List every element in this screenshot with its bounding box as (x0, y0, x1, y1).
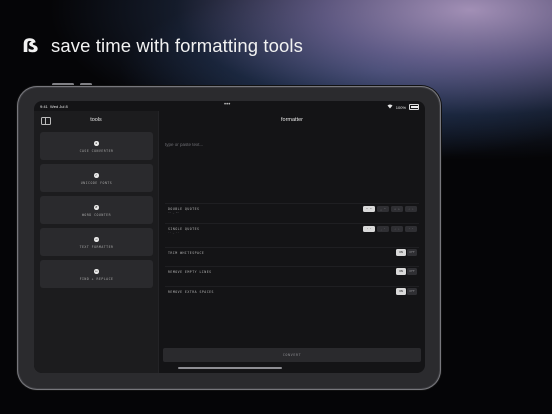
sidebar: tools a CASE CONVERTER ✓ UNICODE FONTS # WORD… (34, 111, 159, 373)
on-off-toggle: ON OFF (396, 288, 417, 295)
tool-card[interactable]: # WORD COUNTER (40, 196, 153, 224)
on-button[interactable]: ON (396, 268, 406, 275)
option-label: REMOVE EXTRA SPACES (168, 290, 214, 294)
tool-card[interactable]: ✓ UNICODE FONTS (40, 164, 153, 192)
off-button[interactable]: OFF (407, 288, 417, 295)
option-sublabel: '' → ‘’ (168, 232, 179, 235)
tool-card-label: CASE CONVERTER (79, 149, 114, 153)
convert-button[interactable]: CONVERT (163, 348, 421, 362)
status-bar: 9:41 Wed Jul 8 ••• 100% (34, 101, 425, 111)
quote-style-option[interactable]: ‹ › (405, 206, 417, 212)
on-off-toggle: ON OFF (396, 268, 417, 275)
quote-style-option[interactable]: ‘ ’ (405, 226, 417, 232)
home-indicator[interactable] (178, 367, 282, 369)
tool-card-label: TEXT FORMATTER (79, 245, 114, 249)
on-off-toggle: ON OFF (396, 249, 417, 256)
tool-card[interactable]: ↔ FIND + REPLACE (40, 260, 153, 288)
option-row: REMOVE EMPTY LINES ON OFF (165, 266, 419, 281)
headline-text: save time with formatting tools (51, 35, 303, 56)
on-button[interactable]: ON (396, 288, 406, 295)
quote-style-option[interactable]: „ “ (377, 206, 389, 212)
on-button[interactable]: ON (396, 249, 406, 256)
unicode-icon: ✓ (94, 173, 99, 178)
text-input[interactable]: type or paste text... (165, 131, 419, 183)
tool-card-label: UNICODE FONTS (80, 181, 113, 185)
quote-style-option[interactable]: ‹ › (391, 226, 403, 232)
sidebar-title: tools (90, 117, 102, 123)
quote-style-option[interactable]: ‚ ‘ (377, 226, 389, 232)
option-label: DOUBLE QUOTES (168, 207, 200, 211)
multitask-dots-icon[interactable]: ••• (224, 102, 230, 108)
app-screen: 9:41 Wed Jul 8 ••• 100% tools a CASE CONV… (34, 101, 425, 373)
option-row: SINGLE QUOTES '' → ‘’ ' ' ‚ ‘‹ › ‘ ’ (165, 223, 419, 238)
option-row: REMOVE EXTRA SPACES ON OFF (165, 286, 419, 301)
replace-icon: ↔ (94, 269, 99, 274)
quote-style-selector: ' ' ‚ ‘‹ › ‘ ’ (363, 226, 417, 232)
quote-style-option[interactable]: " " (363, 206, 375, 212)
text-input-placeholder: type or paste text... (165, 142, 204, 147)
option-label: TRIM WHITESPACE (168, 251, 205, 255)
quote-style-option[interactable]: « » (391, 206, 403, 212)
option-sublabel: "" → “” (168, 212, 179, 215)
quote-style-option[interactable]: ' ' (363, 226, 375, 232)
option-row: TRIM WHITESPACE ON OFF (165, 247, 419, 262)
app-logo-icon: ẞ (22, 34, 40, 57)
option-label: SINGLE QUOTES (168, 227, 200, 231)
wifi-icon (387, 104, 393, 110)
option-label: REMOVE EMPTY LINES (168, 270, 212, 274)
tool-card[interactable]: a CASE CONVERTER (40, 132, 153, 160)
headline: ẞ save time with formatting tools (22, 34, 303, 58)
off-button[interactable]: OFF (407, 249, 417, 256)
tool-card-label: WORD COUNTER (81, 213, 112, 217)
quote-style-selector: " " „ “« » ‹ › (363, 206, 417, 212)
status-right: 100% (387, 104, 419, 110)
status-time: 9:41 Wed Jul 8 (40, 104, 68, 109)
tool-card-label: FIND + REPLACE (79, 277, 114, 281)
off-button[interactable]: OFF (407, 268, 417, 275)
format-icon: → (94, 237, 99, 242)
date-text: Wed Jul 8 (50, 104, 68, 109)
battery-icon (409, 104, 419, 110)
page-title: formatter (280, 117, 303, 123)
case-icon: a (94, 141, 99, 146)
battery-percent: 100% (395, 104, 406, 110)
counter-icon: # (94, 205, 99, 210)
tool-card[interactable]: → TEXT FORMATTER (40, 228, 153, 256)
time-text: 9:41 (40, 104, 48, 109)
option-row: DOUBLE QUOTES "" → “” " " „ “« » ‹ › (165, 203, 419, 218)
formatter-panel: formatter type or paste text... DOUBLE Q… (159, 111, 425, 373)
